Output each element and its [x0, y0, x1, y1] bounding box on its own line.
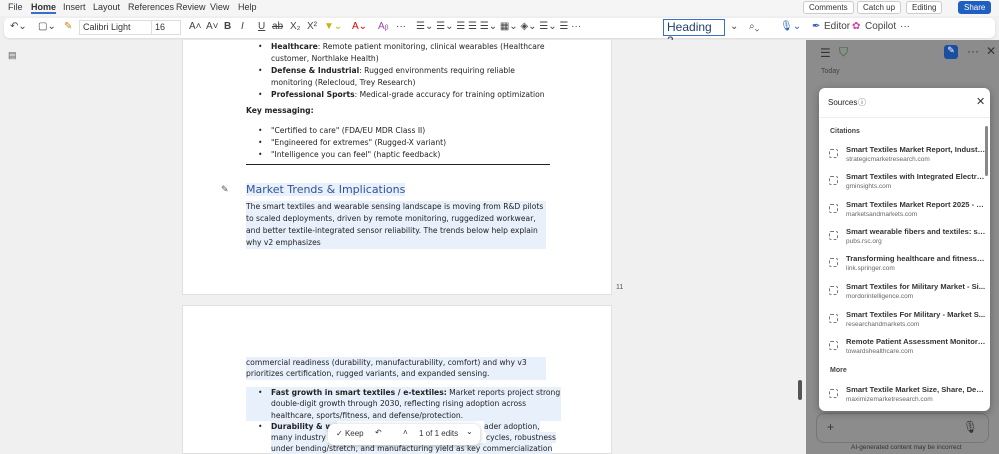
- superscript-icon[interactable]: X²: [307, 21, 317, 32]
- more-icon[interactable]: ···: [396, 21, 406, 32]
- list-item: "Intelligence you can feel" (haptic feed…: [246, 149, 556, 161]
- document-icon: [829, 286, 838, 295]
- section-heading: Market Trends & Implications: [246, 183, 406, 196]
- menu-view[interactable]: View: [210, 2, 229, 12]
- key-messaging-label: Key messaging:: [246, 106, 314, 115]
- underline-icon[interactable]: U: [258, 21, 265, 32]
- font-size-select[interactable]: 16: [151, 20, 181, 35]
- format-painter-icon[interactable]: ✎: [64, 21, 72, 32]
- grow-font-icon[interactable]: A˄: [189, 21, 202, 32]
- keep-button[interactable]: ✓ Keep: [336, 429, 364, 438]
- more-label: More: [830, 367, 847, 374]
- document-icon: [829, 204, 838, 213]
- catch-up-button[interactable]: Catch up: [857, 1, 902, 14]
- subscript-icon[interactable]: X₂: [290, 21, 301, 32]
- clipboard-icon[interactable]: ▢⌄: [38, 21, 56, 32]
- menu-insert[interactable]: Insert: [63, 2, 86, 12]
- bold-icon[interactable]: B: [224, 21, 231, 32]
- close-panel-icon[interactable]: ✕: [986, 44, 996, 58]
- copilot-button[interactable]: Copilot: [865, 21, 896, 32]
- paragraph: The smart textiles and wearable sensing …: [246, 201, 546, 249]
- undo-icon[interactable]: ↶⌄: [10, 21, 27, 32]
- document-icon: [829, 341, 838, 350]
- menu-layout[interactable]: Layout: [93, 2, 120, 12]
- menu-file[interactable]: File: [8, 2, 23, 12]
- edit-marker-icon[interactable]: ✎: [221, 184, 229, 195]
- list-item: "Certified to care" (FDA/EU MDR Class II…: [246, 125, 556, 137]
- font-name-select[interactable]: Calibri Light: [79, 20, 152, 35]
- style-dropdown-icon[interactable]: ⌄: [730, 21, 738, 32]
- style-select[interactable]: Heading 2: [663, 19, 725, 48]
- document-icon: [829, 149, 838, 158]
- new-chat-icon[interactable]: ✎: [944, 45, 958, 59]
- info-icon[interactable]: ⓘ: [858, 97, 866, 108]
- highlight-icon[interactable]: ▼⌄: [324, 21, 342, 32]
- italic-icon[interactable]: I: [241, 21, 244, 32]
- document-icon: [829, 258, 838, 267]
- messaging-list: "Certified to care" (FDA/EU MDR Class II…: [246, 125, 556, 161]
- microphone-icon[interactable]: 🎙: [963, 420, 978, 434]
- clear-format-icon[interactable]: Aᵦ: [378, 21, 389, 32]
- edit-counter: 1 of 1 edits: [419, 429, 459, 438]
- divider: [246, 164, 550, 165]
- undo-icon[interactable]: ↶: [375, 428, 382, 437]
- citations-label: Citations: [830, 128, 860, 135]
- dictate-icon[interactable]: 🎙⌄: [780, 21, 801, 32]
- document-icon: [829, 176, 838, 185]
- font-color-icon[interactable]: A⌄: [352, 21, 367, 32]
- next-edit-icon[interactable]: ⌄: [466, 427, 473, 436]
- menu-help[interactable]: Help: [238, 2, 257, 12]
- comments-button[interactable]: Comments: [803, 1, 854, 14]
- menu-references[interactable]: References: [128, 2, 174, 12]
- menu-bar: File Home Insert Layout References Revie…: [0, 0, 999, 16]
- paragraph: commercial readiness (durability, manufa…: [246, 357, 546, 380]
- sources-title: Sources: [828, 98, 858, 107]
- shrink-font-icon[interactable]: A˅: [206, 21, 219, 32]
- scrollbar[interactable]: [798, 380, 802, 400]
- share-button[interactable]: Share: [958, 1, 992, 14]
- disclaimer: AI-generated content may be incorrect: [851, 444, 962, 451]
- editor-button[interactable]: Editor: [824, 21, 850, 32]
- menu-home[interactable]: Home: [31, 2, 57, 14]
- chat-input[interactable]: + 🎙: [816, 413, 989, 443]
- search-icon[interactable]: ⌕⌄: [749, 21, 759, 32]
- today-label: Today: [821, 68, 840, 75]
- previous-edit-icon[interactable]: ˄: [403, 428, 408, 437]
- list-item: "Engineered for extremes" (Rugged-X vari…: [246, 137, 556, 149]
- page-number: 11: [616, 284, 624, 291]
- close-icon[interactable]: ✕: [976, 95, 985, 108]
- copilot-icon: ✿: [852, 21, 861, 32]
- list-item: Defense & Industrial: Rugged environment…: [246, 65, 556, 89]
- edit-review-bar: ✓ Keep ↶ ˄ 1 of 1 edits ⌄: [328, 424, 480, 445]
- bullets-icon[interactable]: ☰⌄ ☰⌄ ☰ ☰ ☰⌄ ▦⌄ ◈⌄ ☰⌄ ☰ ···: [416, 21, 581, 32]
- popup-scrollbar[interactable]: [985, 126, 988, 176]
- menu-icon[interactable]: ☰: [820, 46, 831, 60]
- document-area: ▤ Healthcare: Remote patient monitoring,…: [0, 40, 806, 454]
- shield-icon: ⛉: [839, 45, 849, 59]
- audience-list: Healthcare: Remote patient monitoring, c…: [246, 41, 556, 101]
- sources-popup: Sources ⓘ ✕ Citations Smart Textiles Mar…: [819, 88, 990, 411]
- add-icon[interactable]: +: [827, 420, 834, 434]
- editing-button[interactable]: Editing: [906, 1, 943, 14]
- list-item: Healthcare: Remote patient monitoring, c…: [246, 41, 556, 65]
- document-icon: [829, 231, 838, 240]
- editor-icon: ✒: [812, 21, 821, 32]
- list-item: Professional Sports: Medical-grade accur…: [246, 89, 556, 101]
- list-item: Fast growth in smart textiles / e-textil…: [246, 387, 561, 421]
- strikethrough-icon[interactable]: ab: [272, 21, 283, 32]
- document-icon: [829, 389, 838, 398]
- ribbon: ↶⌄ ▢⌄ ✎ Calibri Light 16 A˄ A˅ B I U ab …: [4, 18, 995, 48]
- more-icon[interactable]: ···: [967, 44, 979, 58]
- page-1: Healthcare: Remote patient monitoring, c…: [182, 40, 612, 295]
- more-options-icon[interactable]: ···: [900, 21, 910, 32]
- document-icon: [829, 314, 838, 323]
- navigation-pane-icon[interactable]: ▤: [8, 50, 17, 61]
- menu-review[interactable]: Review: [176, 2, 206, 12]
